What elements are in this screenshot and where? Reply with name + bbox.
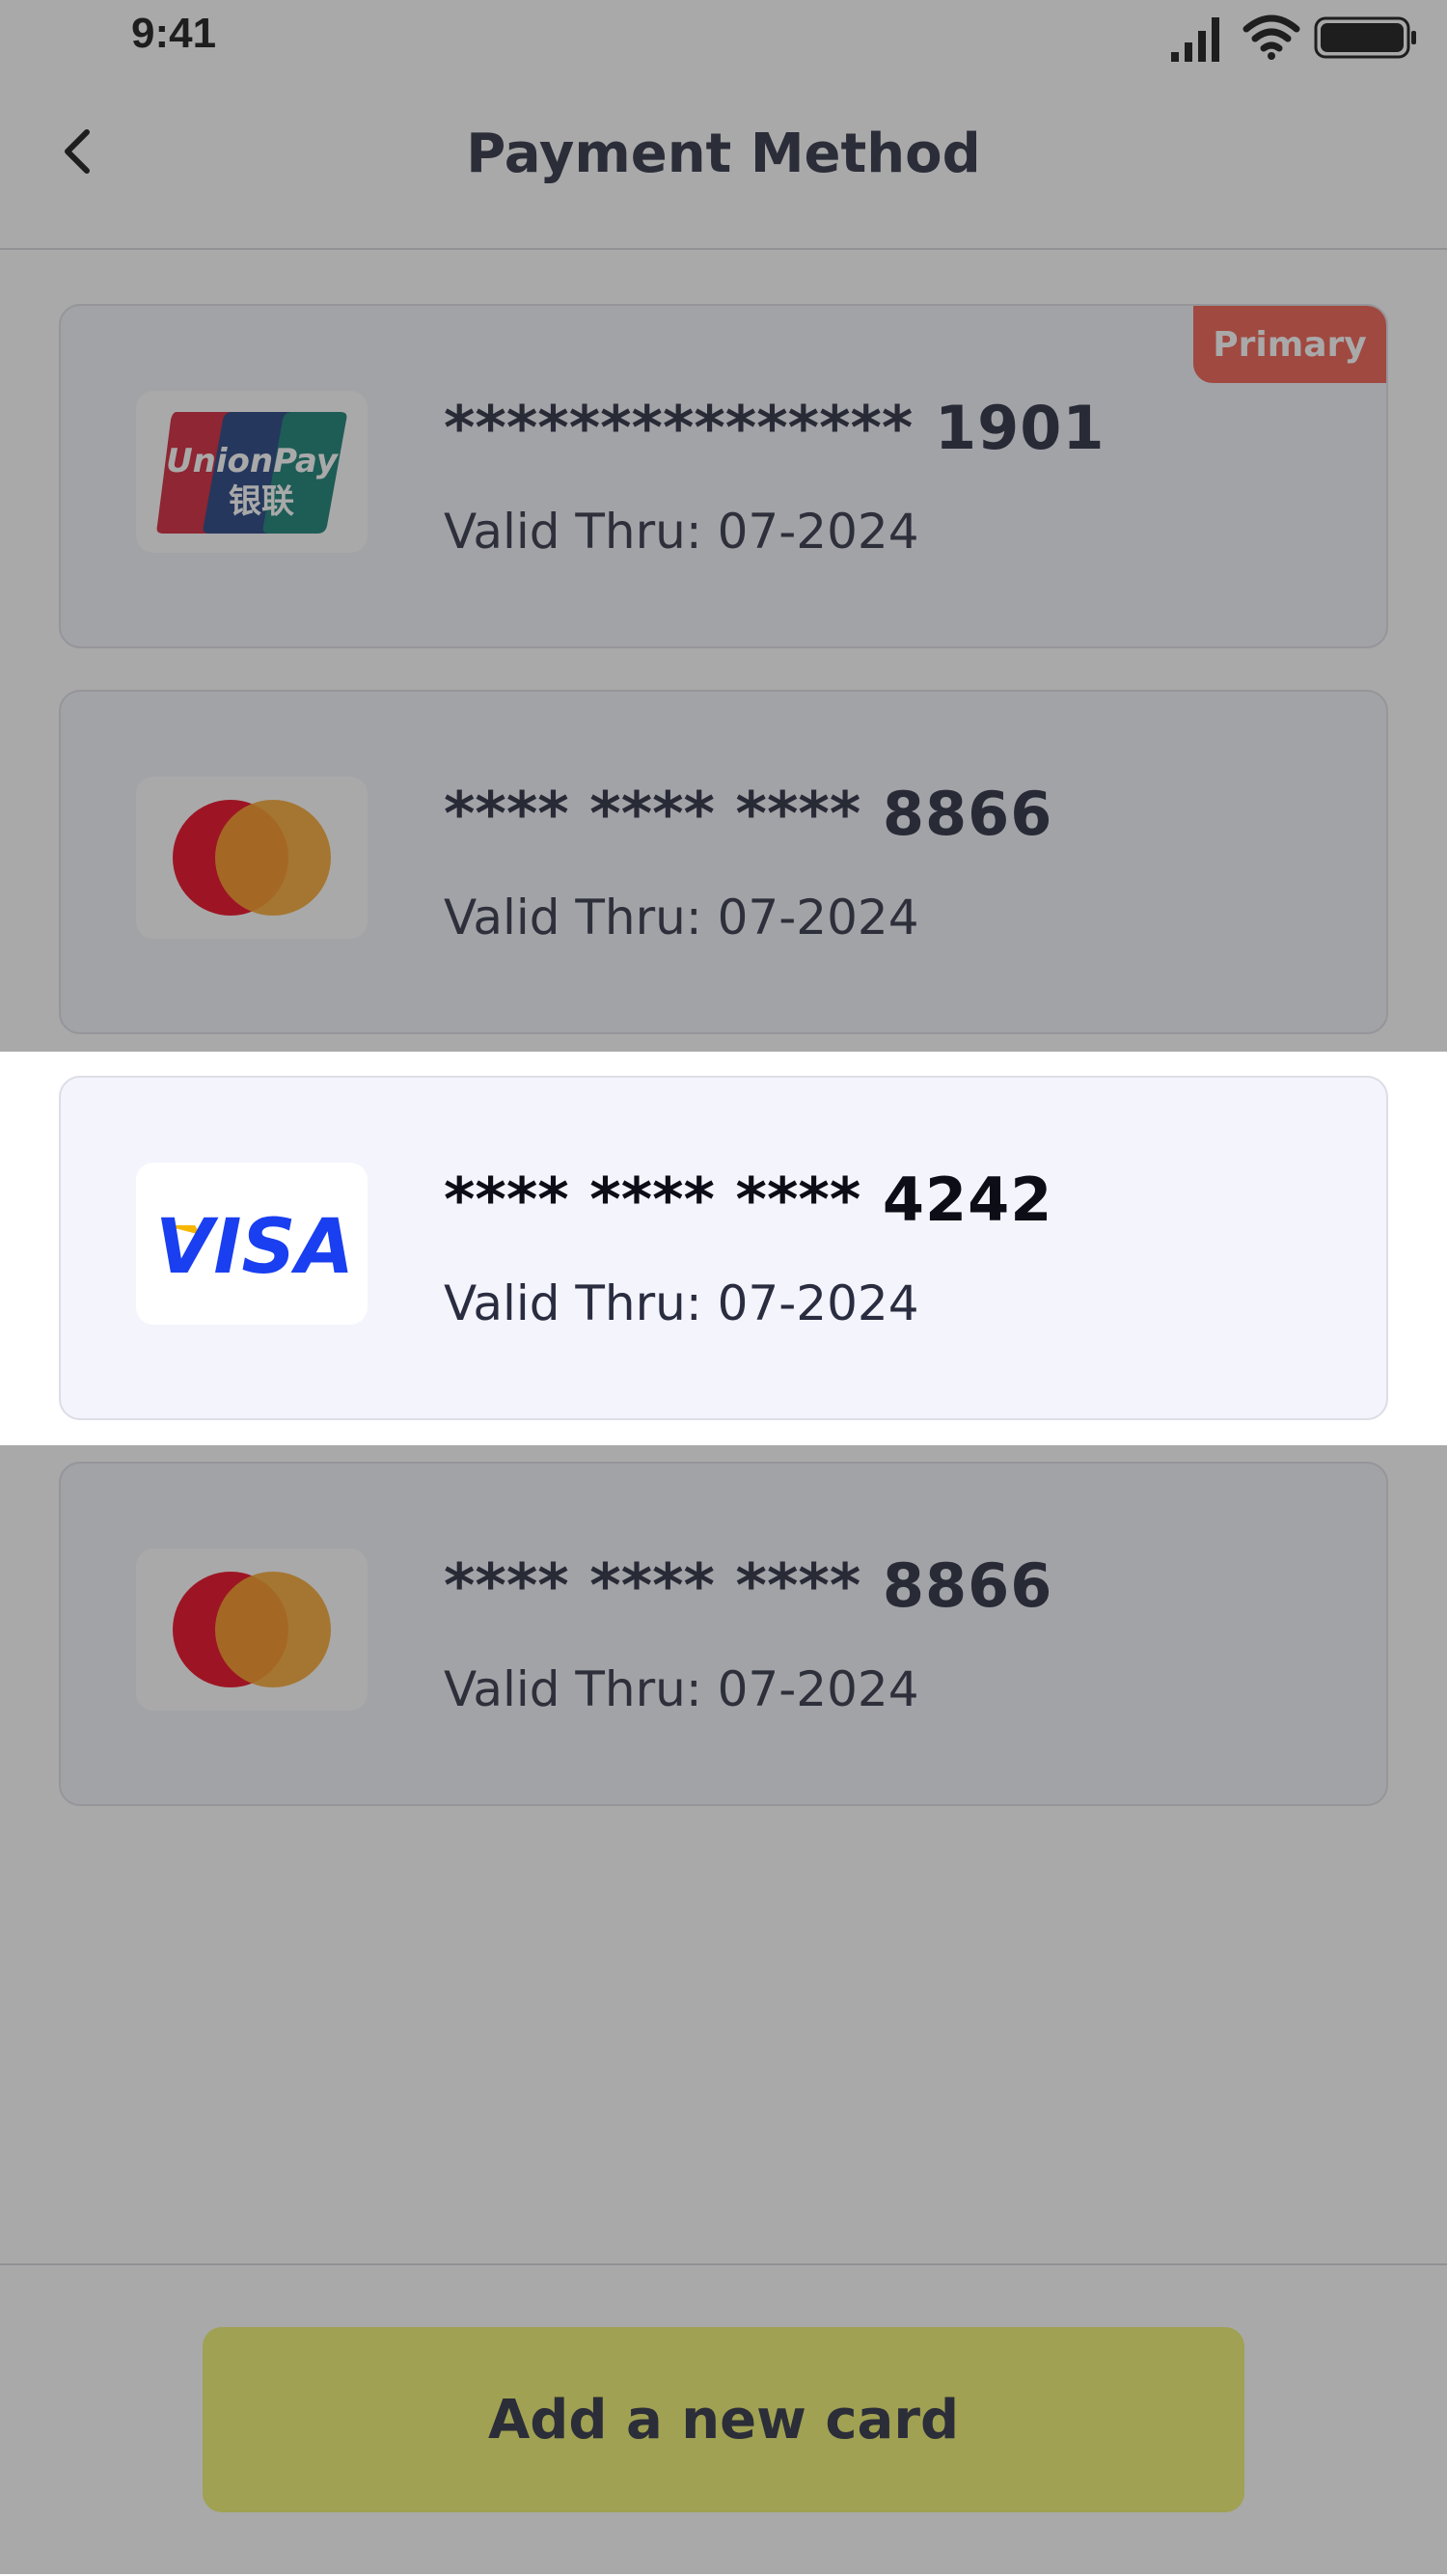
card-number: **** **** **** 4242	[444, 1165, 1052, 1235]
card-number: *************** 1901	[444, 393, 1106, 463]
card-number: **** **** **** 8866	[444, 1550, 1052, 1621]
primary-badge: Primary	[1193, 306, 1386, 383]
card-valid-thru: Valid Thru: 07-2024	[444, 504, 919, 560]
card-last4: 8866	[882, 779, 1053, 849]
wifi-icon	[1242, 14, 1300, 60]
status-bar: 9:41	[0, 0, 1447, 72]
card-mask: **** **** ****	[444, 779, 861, 849]
card-unionpay[interactable]: Primary UnionPay 银联 *************** 1901…	[59, 304, 1388, 648]
bottom-bar: Add a new card	[0, 2263, 1447, 2576]
mastercard-logo	[136, 1548, 368, 1711]
card-last4: 8866	[882, 1550, 1053, 1621]
page-title: Payment Method	[466, 123, 981, 185]
visa-text: VISA	[155, 1204, 353, 1291]
status-icons	[1169, 12, 1430, 64]
card-last4: 1901	[934, 393, 1106, 463]
card-mastercard-2[interactable]: **** **** **** 8866 Valid Thru: 07-2024	[59, 1462, 1388, 1806]
card-valid-thru: Valid Thru: 07-2024	[444, 1275, 919, 1331]
status-time: 9:41	[131, 10, 217, 57]
card-valid-thru: Valid Thru: 07-2024	[444, 890, 919, 945]
battery-icon	[1314, 16, 1416, 59]
unionpay-logo: UnionPay 银联	[136, 391, 368, 553]
card-visa[interactable]: VISA **** **** **** 4242 Valid Thru: 07-…	[59, 1076, 1388, 1420]
add-card-button[interactable]: Add a new card	[203, 2327, 1244, 2512]
card-mask: **** **** ****	[444, 1550, 861, 1621]
card-mask: ***************	[444, 393, 914, 463]
card-mask: **** **** ****	[444, 1165, 861, 1235]
mastercard-logo	[136, 777, 368, 939]
card-number: **** **** **** 8866	[444, 779, 1052, 849]
card-last4: 4242	[882, 1165, 1053, 1235]
unionpay-text: UnionPay	[166, 442, 340, 480]
card-valid-thru: Valid Thru: 07-2024	[444, 1661, 919, 1717]
unionpay-subtext: 银联	[229, 482, 294, 521]
visa-logo: VISA	[136, 1163, 368, 1325]
header: Payment Method	[0, 72, 1447, 250]
signal-icon	[1171, 17, 1219, 62]
card-mastercard[interactable]: **** **** **** 8866 Valid Thru: 07-2024	[59, 690, 1388, 1034]
